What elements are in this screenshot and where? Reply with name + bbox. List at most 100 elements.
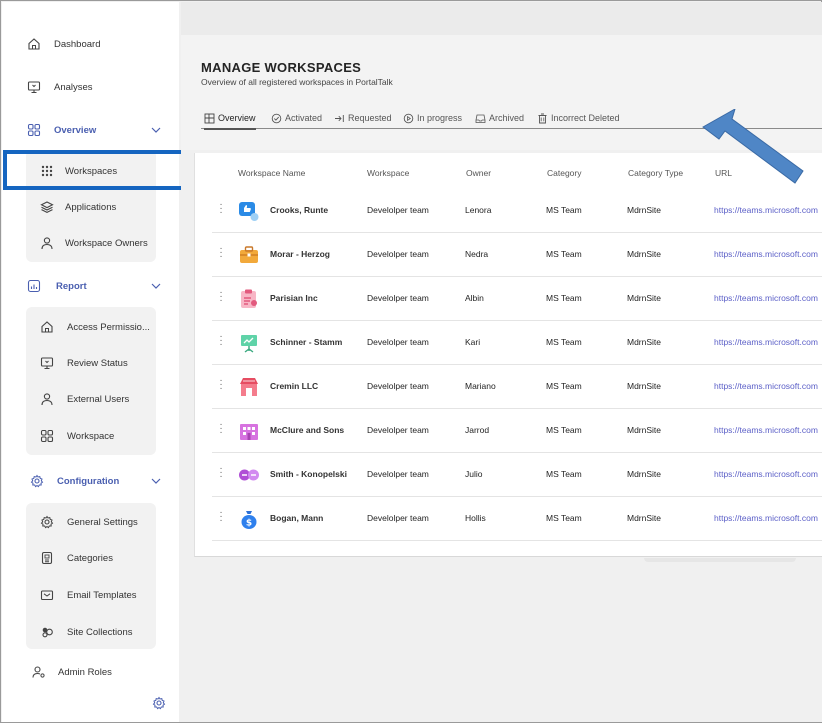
- column-header[interactable]: Workspace: [367, 168, 409, 178]
- sidebar-item-label: Dashboard: [54, 38, 101, 50]
- url-link[interactable]: https://teams.microsoft.com: [714, 337, 818, 347]
- owner-cell: Lenora: [465, 205, 492, 215]
- table-row[interactable]: · · · $ Bogan, Mann Develolper team Hollis…: [212, 497, 822, 541]
- more-options-icon[interactable]: · · ·: [218, 420, 224, 438]
- monitor-icon: [39, 355, 55, 371]
- more-options-icon[interactable]: · · ·: [218, 508, 224, 526]
- sidebar-item-applications[interactable]: Applications: [26, 192, 156, 222]
- tab-in-progress[interactable]: In progress: [403, 107, 462, 129]
- workspace-name[interactable]: Morar - Herzog: [270, 249, 330, 259]
- sidebar-item-workspace[interactable]: Workspace: [26, 421, 156, 451]
- sidebar-item-admin-roles[interactable]: Admin Roles: [2, 657, 179, 687]
- column-header[interactable]: Workspace Name: [238, 168, 305, 178]
- home-icon: [39, 319, 55, 335]
- sidebar-item-review-status[interactable]: Review Status: [26, 348, 156, 378]
- url-link[interactable]: https://teams.microsoft.com: [714, 205, 818, 215]
- play-circle-icon: [403, 113, 414, 124]
- url-link[interactable]: https://teams.microsoft.com: [714, 249, 818, 259]
- configuration-group: General Settings Categories Email Templa…: [26, 503, 156, 649]
- table-row[interactable]: · · · Smith - Konopelski Develolper team J…: [212, 453, 822, 497]
- report-icon: [26, 278, 42, 294]
- table-row[interactable]: · · · Cremin LLC Develolper team Mariano M…: [212, 365, 822, 409]
- sidebar-item-email-templates[interactable]: Email Templates: [26, 580, 156, 610]
- main-content: MANAGE WORKSPACES Overview of all regist…: [181, 2, 822, 722]
- tab-label: Archived: [489, 113, 525, 123]
- workspace-name[interactable]: McClure and Sons: [270, 425, 344, 435]
- store-avatar: [240, 378, 258, 396]
- workspace-name[interactable]: Cremin LLC: [270, 381, 318, 391]
- tab-requested[interactable]: Requested: [334, 107, 392, 129]
- thumbs-up-avatar: [239, 202, 259, 221]
- sidebar-item-access-permissions[interactable]: Access Permissio...: [26, 312, 156, 342]
- site-collection-icon: [39, 624, 55, 640]
- more-options-icon[interactable]: · · ·: [218, 464, 224, 482]
- tab-overview[interactable]: Overview: [204, 107, 256, 130]
- column-header[interactable]: Category: [547, 168, 582, 178]
- sidebar-item-analyses[interactable]: Analyses: [2, 72, 179, 102]
- gear-icon: [152, 696, 166, 710]
- sidebar-item-site-collections[interactable]: Site Collections: [26, 617, 156, 647]
- workspace-cell: Develolper team: [367, 293, 429, 303]
- monitor-icon: [26, 79, 42, 95]
- sidebar-item-workspace-owners[interactable]: Workspace Owners: [26, 228, 156, 258]
- workspace-name[interactable]: Crooks, Runte: [270, 205, 328, 215]
- chevron-down-icon[interactable]: [150, 124, 162, 136]
- more-options-icon[interactable]: · · ·: [218, 376, 224, 394]
- workspace-cell: Develolper team: [367, 205, 429, 215]
- category-type-cell: MdrnSite: [627, 469, 662, 479]
- more-options-icon[interactable]: · · ·: [218, 332, 224, 350]
- tab-activated[interactable]: Activated: [271, 107, 322, 129]
- settings-gear-button[interactable]: [152, 696, 166, 710]
- table-row[interactable]: · · · Parisian Inc Develolper team Albin M…: [212, 277, 822, 321]
- more-options-icon[interactable]: · · ·: [218, 200, 224, 218]
- workspace-name[interactable]: Schinner - Stamm: [270, 337, 342, 347]
- card-footer-shadow: [644, 558, 796, 562]
- workspace-cell: Develolper team: [367, 337, 429, 347]
- chevron-down-icon[interactable]: [150, 280, 162, 292]
- sidebar-item-dashboard[interactable]: Dashboard: [2, 29, 179, 59]
- sidebar-item-general-settings[interactable]: General Settings: [26, 507, 156, 537]
- workspace-cell: Develolper team: [367, 381, 429, 391]
- sidebar-item-external-users[interactable]: External Users: [26, 384, 156, 414]
- sidebar: Dashboard Analyses Overview Workspaces A…: [2, 2, 179, 722]
- category-type-cell: MdrnSite: [627, 513, 662, 523]
- url-link[interactable]: https://teams.microsoft.com: [714, 469, 818, 479]
- workspace-name[interactable]: Parisian Inc: [270, 293, 318, 303]
- sidebar-section-report[interactable]: Report: [2, 271, 179, 301]
- report-group: Access Permissio... Review Status Extern…: [26, 307, 156, 455]
- more-options-icon[interactable]: · · ·: [218, 288, 224, 306]
- sidebar-item-label: Analyses: [54, 81, 93, 93]
- person-icon: [39, 235, 55, 251]
- tab-label: In progress: [417, 113, 463, 123]
- url-link[interactable]: https://teams.microsoft.com: [714, 425, 818, 435]
- category-type-cell: MdrnSite: [627, 293, 662, 303]
- tab-incorrect-deleted[interactable]: Incorrect Deleted: [537, 107, 620, 129]
- table-row[interactable]: · · · Morar - Herzog Develolper team Nedra…: [212, 233, 822, 277]
- category-cell: MS Team: [546, 205, 582, 215]
- workspace-name[interactable]: Bogan, Mann: [270, 513, 323, 523]
- url-link[interactable]: https://teams.microsoft.com: [714, 293, 818, 303]
- owner-cell: Albin: [465, 293, 484, 303]
- clipboard-avatar: [241, 289, 257, 308]
- column-header[interactable]: Owner: [466, 168, 491, 178]
- tab-archived[interactable]: Archived: [475, 107, 524, 129]
- trash-icon: [537, 113, 548, 124]
- sidebar-item-label: Workspace Owners: [65, 238, 148, 249]
- url-link[interactable]: https://teams.microsoft.com: [714, 513, 818, 523]
- table-row[interactable]: · · · McClure and Sons Develolper team Jar…: [212, 409, 822, 453]
- url-link[interactable]: https://teams.microsoft.com: [714, 381, 818, 391]
- sidebar-section-overview[interactable]: Overview: [2, 115, 179, 145]
- workspace-cell: Develolper team: [367, 425, 429, 435]
- sidebar-item-categories[interactable]: Categories: [26, 543, 156, 573]
- section-label: Report: [56, 280, 87, 292]
- table-row[interactable]: · · · Crooks, Runte Develolper team Lenora…: [212, 189, 822, 233]
- chevron-down-icon[interactable]: [150, 475, 162, 487]
- category-cell: MS Team: [546, 381, 582, 391]
- table-row[interactable]: · · · Schinner - Stamm Develolper team Kar…: [212, 321, 822, 365]
- workspace-name[interactable]: Smith - Konopelski: [270, 469, 347, 479]
- more-options-icon[interactable]: · · ·: [218, 244, 224, 262]
- sidebar-section-configuration[interactable]: Configuration: [2, 466, 179, 496]
- category-cell: MS Team: [546, 513, 582, 523]
- column-header[interactable]: Category Type: [628, 168, 683, 178]
- layers-icon: [39, 199, 55, 215]
